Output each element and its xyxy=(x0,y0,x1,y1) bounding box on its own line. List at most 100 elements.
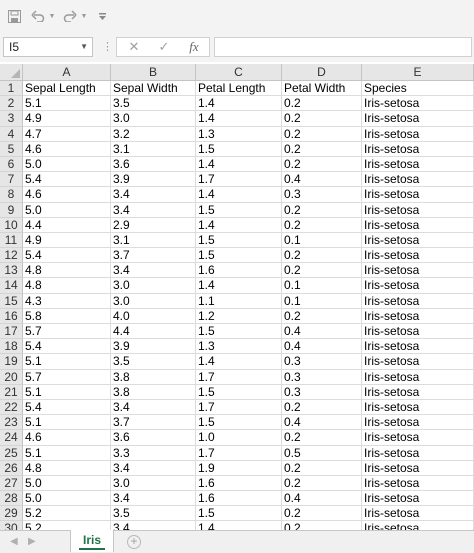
cell[interactable]: 3.3 xyxy=(111,445,196,461)
cell[interactable]: 1.7 xyxy=(196,172,282,188)
cell[interactable]: 1.4 xyxy=(196,156,282,173)
cell[interactable]: Iris-setosa xyxy=(362,308,474,324)
cell[interactable]: 1.4 xyxy=(196,187,282,203)
cell[interactable]: 3.4 xyxy=(111,187,196,203)
row-header[interactable]: 5 xyxy=(0,141,23,157)
cell[interactable]: 1.5 xyxy=(196,384,282,400)
cell[interactable]: 4.0 xyxy=(111,308,196,324)
cell[interactable]: 0.1 xyxy=(282,278,362,294)
cell[interactable]: 5.4 xyxy=(23,248,111,264)
cell[interactable]: 0.4 xyxy=(282,324,362,340)
cell[interactable]: 3.7 xyxy=(111,248,196,264)
cell[interactable]: Iris-setosa xyxy=(362,232,474,249)
cell[interactable]: 3.7 xyxy=(111,415,196,431)
cell[interactable]: 4.9 xyxy=(23,232,111,249)
cell[interactable]: 5.1 xyxy=(23,96,111,112)
cell[interactable]: 3.0 xyxy=(111,278,196,294)
cell[interactable]: 0.5 xyxy=(282,445,362,461)
cell[interactable]: Iris-setosa xyxy=(362,506,474,522)
cell[interactable]: 4.6 xyxy=(23,430,111,446)
cell[interactable]: 1.7 xyxy=(196,369,282,385)
cell[interactable]: 5.0 xyxy=(23,475,111,492)
cell[interactable]: 3.9 xyxy=(111,339,196,355)
cell[interactable]: 0.4 xyxy=(282,339,362,355)
cell[interactable]: 0.2 xyxy=(282,308,362,324)
row-header[interactable]: 19 xyxy=(0,354,23,370)
header-cell[interactable]: Sepal Length xyxy=(23,81,111,97)
cell[interactable]: 1.4 xyxy=(196,111,282,127)
cell[interactable]: Iris-setosa xyxy=(362,460,474,476)
row-header[interactable]: 30 xyxy=(0,521,23,530)
cell[interactable]: 1.5 xyxy=(196,324,282,340)
cell[interactable]: 5.1 xyxy=(23,445,111,461)
cell[interactable]: 1.4 xyxy=(196,217,282,233)
cell[interactable]: 0.3 xyxy=(282,187,362,203)
cell[interactable]: 5.1 xyxy=(23,384,111,400)
cell[interactable]: 5.2 xyxy=(23,506,111,522)
cell[interactable]: Iris-setosa xyxy=(362,156,474,173)
cell[interactable]: 4.4 xyxy=(23,217,111,233)
cell[interactable]: 0.2 xyxy=(282,460,362,476)
insert-function-icon[interactable]: fx xyxy=(183,38,205,56)
cell[interactable]: 5.0 xyxy=(23,491,111,507)
scroll-tabs-left-icon[interactable]: ◀ xyxy=(10,536,18,547)
row-header[interactable]: 17 xyxy=(0,324,23,340)
row-header[interactable]: 28 xyxy=(0,491,23,507)
cell[interactable]: 1.6 xyxy=(196,263,282,279)
redo-icon[interactable] xyxy=(62,6,78,26)
cell[interactable]: Iris-setosa xyxy=(362,430,474,446)
cell[interactable]: 0.2 xyxy=(282,126,362,142)
row-header[interactable]: 27 xyxy=(0,475,23,492)
cell[interactable]: Iris-setosa xyxy=(362,248,474,264)
cell[interactable]: 2.9 xyxy=(111,217,196,233)
row-header[interactable]: 7 xyxy=(0,172,23,188)
cell[interactable]: 3.0 xyxy=(111,111,196,127)
header-cell[interactable]: Sepal Width xyxy=(111,81,196,97)
formula-bar-splitter[interactable]: ⋮ xyxy=(102,40,113,54)
cell[interactable]: Iris-setosa xyxy=(362,278,474,294)
cell[interactable]: 4.6 xyxy=(23,187,111,203)
row-header[interactable]: 21 xyxy=(0,384,23,400)
row-header[interactable]: 1 xyxy=(0,81,23,97)
header-cell[interactable]: Petal Width xyxy=(282,81,362,97)
cell[interactable]: Iris-setosa xyxy=(362,415,474,431)
row-header[interactable]: 26 xyxy=(0,460,23,476)
cell[interactable]: 3.5 xyxy=(111,506,196,522)
cell[interactable]: 4.8 xyxy=(23,278,111,294)
enter-icon[interactable]: ✓ xyxy=(153,38,175,56)
cell[interactable]: 3.0 xyxy=(111,475,196,492)
cell[interactable]: 1.5 xyxy=(196,506,282,522)
cell[interactable]: 1.3 xyxy=(196,126,282,142)
cell[interactable]: 3.4 xyxy=(111,399,196,416)
cell[interactable]: 1.1 xyxy=(196,293,282,309)
cell[interactable]: 4.7 xyxy=(23,126,111,142)
cell[interactable]: 3.6 xyxy=(111,430,196,446)
row-header[interactable]: 23 xyxy=(0,415,23,431)
select-all-button[interactable] xyxy=(0,64,23,81)
customize-qat-icon[interactable] xyxy=(96,6,108,26)
cell[interactable]: Iris-setosa xyxy=(362,96,474,112)
cell[interactable]: 3.4 xyxy=(111,491,196,507)
cell[interactable]: 4.9 xyxy=(23,111,111,127)
cell[interactable]: 3.5 xyxy=(111,354,196,370)
cell[interactable]: 5.4 xyxy=(23,339,111,355)
cell[interactable]: 4.8 xyxy=(23,263,111,279)
cell[interactable]: 3.4 xyxy=(111,263,196,279)
row-header[interactable]: 15 xyxy=(0,293,23,309)
cell[interactable]: 1.7 xyxy=(196,445,282,461)
cell[interactable]: 3.6 xyxy=(111,156,196,173)
cell[interactable]: 3.2 xyxy=(111,126,196,142)
cell[interactable]: Iris-setosa xyxy=(362,369,474,385)
add-sheet-icon[interactable]: + xyxy=(127,535,141,549)
cell[interactable]: 3.1 xyxy=(111,232,196,249)
cell[interactable]: 4.4 xyxy=(111,324,196,340)
row-header[interactable]: 2 xyxy=(0,96,23,112)
name-box-dropdown-icon[interactable]: ▼ xyxy=(80,38,88,56)
save-icon[interactable] xyxy=(6,6,22,26)
cell[interactable]: Iris-setosa xyxy=(362,324,474,340)
column-header[interactable]: E xyxy=(362,64,474,81)
cell[interactable]: 3.4 xyxy=(111,460,196,476)
cell[interactable]: 3.1 xyxy=(111,141,196,157)
cell[interactable]: Iris-setosa xyxy=(362,126,474,142)
cell[interactable]: 1.5 xyxy=(196,141,282,157)
